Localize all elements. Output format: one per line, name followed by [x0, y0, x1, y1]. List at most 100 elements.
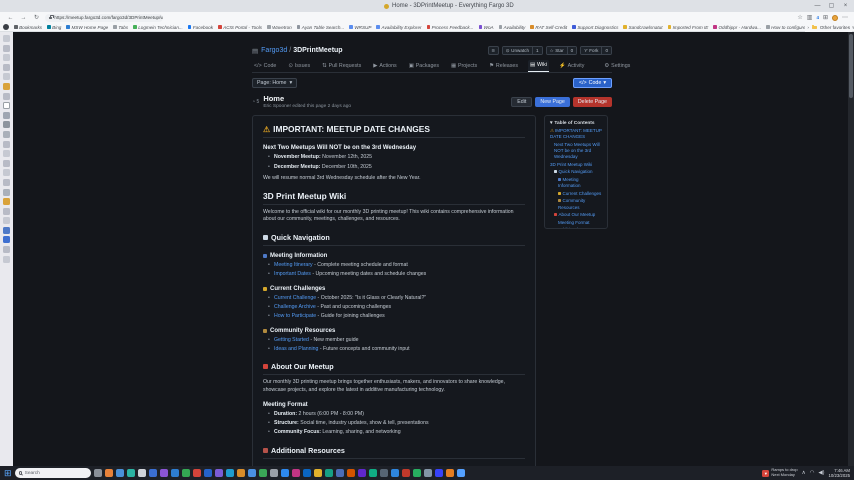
vertical-tab-favicon[interactable]: [3, 112, 10, 119]
profile-avatar[interactable]: [832, 15, 838, 21]
vertical-tab-favicon[interactable]: [3, 217, 10, 224]
bookmark-item[interactable]: Bookmarks: [14, 25, 42, 30]
tab-settings[interactable]: ⚙Settings: [602, 61, 632, 72]
more-menu-icon[interactable]: ⋯: [842, 14, 848, 21]
toc-item-meeting-format[interactable]: Meeting Format: [550, 220, 602, 226]
current-challenge-link[interactable]: Current Challenge: [274, 295, 316, 301]
vertical-tab-favicon[interactable]: [3, 121, 10, 128]
taskbar-app-icon[interactable]: [391, 469, 399, 477]
favorite-star-icon[interactable]: ☆: [797, 14, 802, 21]
volume-icon[interactable]: ◀): [818, 470, 824, 476]
bookmark-item[interactable]: Availability: [499, 25, 526, 30]
bookmark-item[interactable]: ACIS Portal - Tools: [218, 25, 262, 30]
bookmark-item[interactable]: Process Feedback...: [427, 25, 474, 30]
how-to-participate-link[interactable]: How to Participate: [274, 313, 316, 319]
toc-item-community-resources[interactable]: Community Resources: [550, 198, 602, 210]
taskbar-app-icon[interactable]: [424, 469, 432, 477]
bookmark-item[interactable]: Wavetron: [267, 25, 292, 30]
toc-item-about-our-meetup[interactable]: About Our Meetup: [550, 212, 602, 218]
tab-releases[interactable]: ⚑Releases: [487, 61, 520, 72]
toc-header[interactable]: ▾Table of Contents: [550, 121, 602, 126]
vertical-tab-favicon[interactable]: [3, 160, 10, 167]
tab-packages[interactable]: ▣Packages: [407, 61, 441, 72]
tab-actions[interactable]: ▶Actions: [371, 61, 398, 72]
code-button[interactable]: </>Code▾: [573, 78, 612, 88]
taskbar-app-icon[interactable]: [226, 469, 234, 477]
bookmark-item[interactable]: Facebook: [188, 25, 213, 30]
toc-item-additional-resources[interactable]: Additional Resources: [550, 227, 602, 229]
star-button[interactable]: ☆Star 0: [546, 46, 578, 55]
fork-count[interactable]: 0: [601, 47, 611, 54]
taskbar-app-icon[interactable]: [369, 469, 377, 477]
vertical-tab-favicon[interactable]: [3, 35, 10, 42]
taskbar-app-icon[interactable]: [270, 469, 278, 477]
vertical-tab-favicon[interactable]: [3, 208, 10, 215]
start-button[interactable]: ⊞: [4, 466, 12, 480]
active-tab[interactable]: Home - 3DPrintMeetup - Everything Fargo …: [384, 0, 514, 12]
star-count[interactable]: 0: [567, 47, 577, 54]
vertical-tab-favicon[interactable]: [3, 73, 10, 80]
taskbar-app-icon[interactable]: [325, 469, 333, 477]
page-selector-dropdown[interactable]: Page: Home▾: [252, 78, 297, 88]
repo-name[interactable]: 3DPrintMeetup: [293, 47, 342, 54]
taskbar-app-icon[interactable]: [149, 469, 157, 477]
vertical-tab-favicon[interactable]: [3, 141, 10, 148]
taskbar-app-icon[interactable]: [314, 469, 322, 477]
vertical-tab-favicon[interactable]: [3, 189, 10, 196]
tab-pull-requests[interactable]: ⇅Pull Requests: [320, 61, 363, 72]
bookmark-item[interactable]: WoA: [479, 25, 494, 30]
vertical-tab-favicon[interactable]: [3, 83, 10, 90]
taskbar-app-icon[interactable]: [358, 469, 366, 477]
taskbar-app-icon[interactable]: [303, 469, 311, 477]
bookmark-item[interactable]: WRSUP: [349, 25, 371, 30]
scrollbar[interactable]: [848, 32, 854, 466]
bookmark-item[interactable]: Ayan Table Search...: [297, 25, 345, 30]
bookmark-item[interactable]: Oddhippr - Hardwa...: [713, 25, 761, 30]
scrollbar-thumb[interactable]: [849, 34, 853, 98]
chevron-right-icon[interactable]: ›: [807, 25, 809, 30]
important-dates-link[interactable]: Important Dates: [274, 271, 311, 277]
taskbar-app-icon[interactable]: [292, 469, 300, 477]
vertical-tab-favicon[interactable]: [3, 150, 10, 157]
fork-button[interactable]: ϒFork 0: [580, 46, 612, 55]
bookmark-item[interactable]: MSW Home Page: [66, 25, 108, 30]
revisions-badge[interactable]: ◔5: [252, 99, 259, 105]
taskbar-app-icon[interactable]: [336, 469, 344, 477]
taskbar-app-icon[interactable]: [281, 469, 289, 477]
taskbar-app-icon[interactable]: [413, 469, 421, 477]
new-page-button[interactable]: New Page: [535, 97, 569, 107]
bookmark-item[interactable]: Tabs: [113, 25, 128, 30]
notification-toast[interactable]: ▼ Ramps to dropNext Monday: [762, 468, 797, 477]
taskbar-app-icon[interactable]: [402, 469, 410, 477]
vertical-tab-favicon[interactable]: [3, 236, 10, 243]
taskbar-app-icon[interactable]: [435, 469, 443, 477]
minimize-icon[interactable]: —: [811, 0, 824, 12]
address-bar[interactable]: https://meetup.fargo3d.com/fargo3d/3DPri…: [45, 14, 163, 22]
bookmark-item[interactable]: Availability Explorer: [376, 25, 421, 30]
toc-item-quick-navigation[interactable]: Quick Navigation: [550, 169, 602, 175]
bookmark-item[interactable]: RAT Self-Credit: [530, 25, 567, 30]
vertical-tab-favicon[interactable]: [3, 179, 10, 186]
bookmark-item[interactable]: Imported From IE: [668, 25, 709, 30]
vertical-tab-favicon[interactable]: [3, 45, 10, 52]
challenge-archive-link[interactable]: Challenge Archive: [274, 304, 316, 310]
taskbar-app-icon[interactable]: [138, 469, 146, 477]
taskbar-app-icon[interactable]: [116, 469, 124, 477]
taskbar-app-icon[interactable]: [457, 469, 465, 477]
repo-owner-link[interactable]: Fargo3d: [261, 47, 287, 54]
toc-item-next-two-meetups[interactable]: Next Two Meetups Will NOT be on the 3rd …: [550, 142, 602, 160]
taskbar-app-icon[interactable]: [182, 469, 190, 477]
taskbar-app-icon[interactable]: [127, 469, 135, 477]
toc-item-current-challenges[interactable]: Current Challenges: [550, 191, 602, 197]
vertical-tab-favicon[interactable]: [3, 169, 10, 176]
edit-button[interactable]: Edit: [511, 97, 532, 107]
taskbar-search[interactable]: Search: [15, 468, 91, 478]
taskbar-app-icon[interactable]: [380, 469, 388, 477]
unwatch-button[interactable]: ⊙Unwatch 1: [502, 46, 543, 55]
getting-started-link[interactable]: Getting Started: [274, 337, 309, 343]
meeting-itinerary-link[interactable]: Meeting Itinerary: [274, 262, 313, 268]
taskbar-app-icon[interactable]: [160, 469, 168, 477]
tab-code[interactable]: </>Code: [252, 61, 278, 72]
ideas-and-planning-link[interactable]: Ideas and Planning: [274, 346, 318, 352]
taskbar-app-icon[interactable]: [171, 469, 179, 477]
